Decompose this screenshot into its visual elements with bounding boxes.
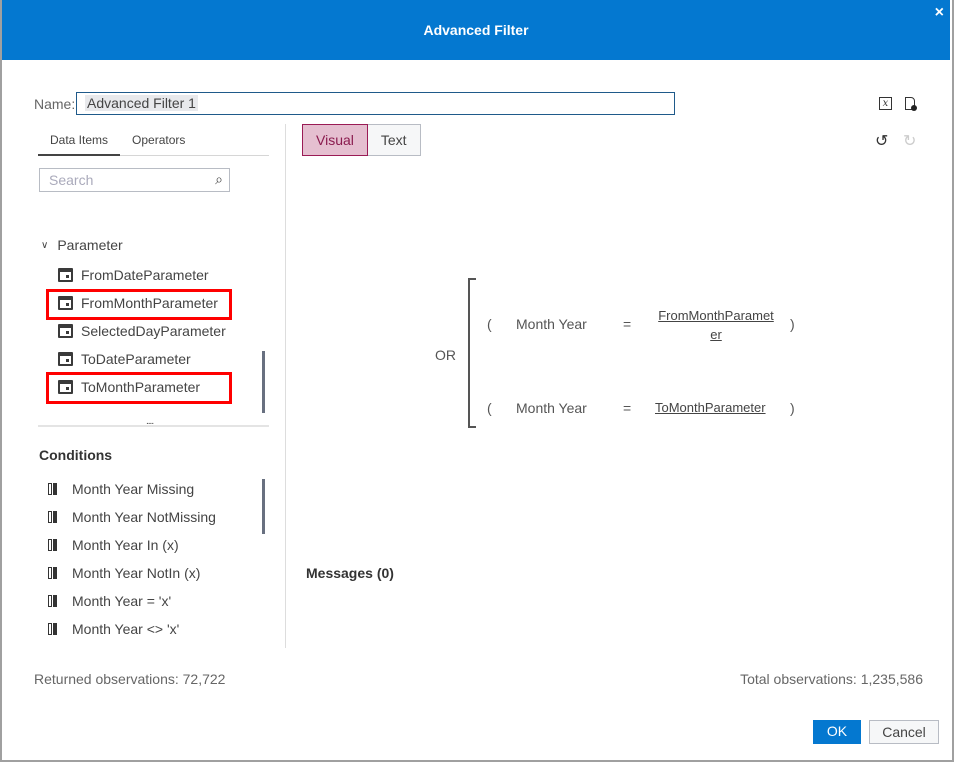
condition-icon [48,483,57,495]
open-paren: ( [487,316,492,332]
search-placeholder: Search [49,172,94,188]
value-line: FromMonthParamet [658,308,774,323]
tree-item-label: SelectedDayParameter [81,323,226,339]
calendar-icon [58,352,73,366]
tab-text[interactable]: Text [367,124,421,156]
condition-value[interactable]: FromMonthParamet er [650,306,782,344]
condition-label: Month Year Missing [72,481,195,497]
close-icon[interactable]: × [935,4,944,22]
redo-icon: ↻ [903,133,917,150]
tab-data-items[interactable]: Data Items [38,124,121,156]
name-label: Name: [34,96,76,112]
expression-icon[interactable]: x [879,97,892,110]
search-input[interactable]: Search ⌕ [39,168,230,192]
conditions-scrollbar[interactable] [262,479,265,534]
open-paren: ( [487,400,492,416]
condition-item[interactable]: Month Year Missing [48,481,194,497]
undo-icon[interactable]: ↺ [875,131,888,151]
dialog-header: Advanced Filter × [2,0,950,60]
highlight-box [46,289,232,320]
value-line: er [710,327,722,342]
condition-icon [48,567,57,579]
ok-button[interactable]: OK [813,720,861,744]
preview-icon[interactable] [905,97,917,111]
tree-group-label: Parameter [57,237,123,253]
condition-icon [48,623,57,635]
condition-value[interactable]: ToMonthParameter [655,400,766,415]
tree-item[interactable]: ToDateParameter [58,351,191,367]
tree-item-label: FromDateParameter [81,267,209,283]
search-icon: ⌕ [215,171,223,187]
conditions-title: Conditions [39,447,113,463]
condition-icon [48,511,57,523]
returned-observations: Returned observations: 72,722 [34,671,226,687]
condition-icon [48,539,57,551]
tab-visual[interactable]: Visual [302,124,368,156]
highlight-box [46,372,232,404]
panel-splitter[interactable] [38,425,269,427]
tree-item[interactable]: SelectedDayParameter [58,323,226,339]
calendar-icon [58,324,73,338]
condition-label: Month Year NotIn (x) [72,565,201,581]
condition-label: Month Year = 'x' [72,593,172,609]
tree-scrollbar[interactable] [262,351,265,413]
name-value: Advanced Filter 1 [85,95,198,111]
condition-column[interactable]: Month Year [516,400,587,416]
messages-header[interactable]: Messages (0) [306,565,394,581]
condition-label: Month Year <> 'x' [72,621,180,637]
condition-item[interactable]: Month Year = 'x' [48,593,171,609]
tree-item-label: ToDateParameter [81,351,191,367]
name-input[interactable]: Advanced Filter 1 [76,92,675,115]
calendar-icon [58,268,73,282]
chevron-down-icon: ∨ [41,239,49,251]
left-tabs: Data Items Operators [38,124,269,156]
cancel-button[interactable]: Cancel [869,720,939,744]
splitter-grip[interactable]: .... [146,416,154,427]
condition-icon [48,595,57,607]
tree-item[interactable]: FromDateParameter [58,267,209,283]
condition-label: Month Year In (x) [72,537,179,553]
mode-toggle: Visual Text [302,124,421,156]
close-paren: ) [790,400,795,416]
condition-column[interactable]: Month Year [516,316,587,332]
condition-label: Month Year NotMissing [72,509,216,525]
condition-item[interactable]: Month Year NotMissing [48,509,216,525]
condition-operator[interactable]: = [623,400,631,416]
total-observations: Total observations: 1,235,586 [740,671,923,687]
or-operator[interactable]: OR [435,347,456,363]
condition-item[interactable]: Month Year NotIn (x) [48,565,200,581]
condition-item[interactable]: Month Year In (x) [48,537,179,553]
condition-item[interactable]: Month Year <> 'x' [48,621,179,637]
panel-divider [285,124,286,648]
tab-operators[interactable]: Operators [120,124,197,155]
condition-operator[interactable]: = [623,316,631,332]
group-bracket [468,278,476,428]
tree-group-parameter[interactable]: ∨ Parameter [41,237,123,253]
dialog-title: Advanced Filter [423,22,529,38]
close-paren: ) [790,316,795,332]
